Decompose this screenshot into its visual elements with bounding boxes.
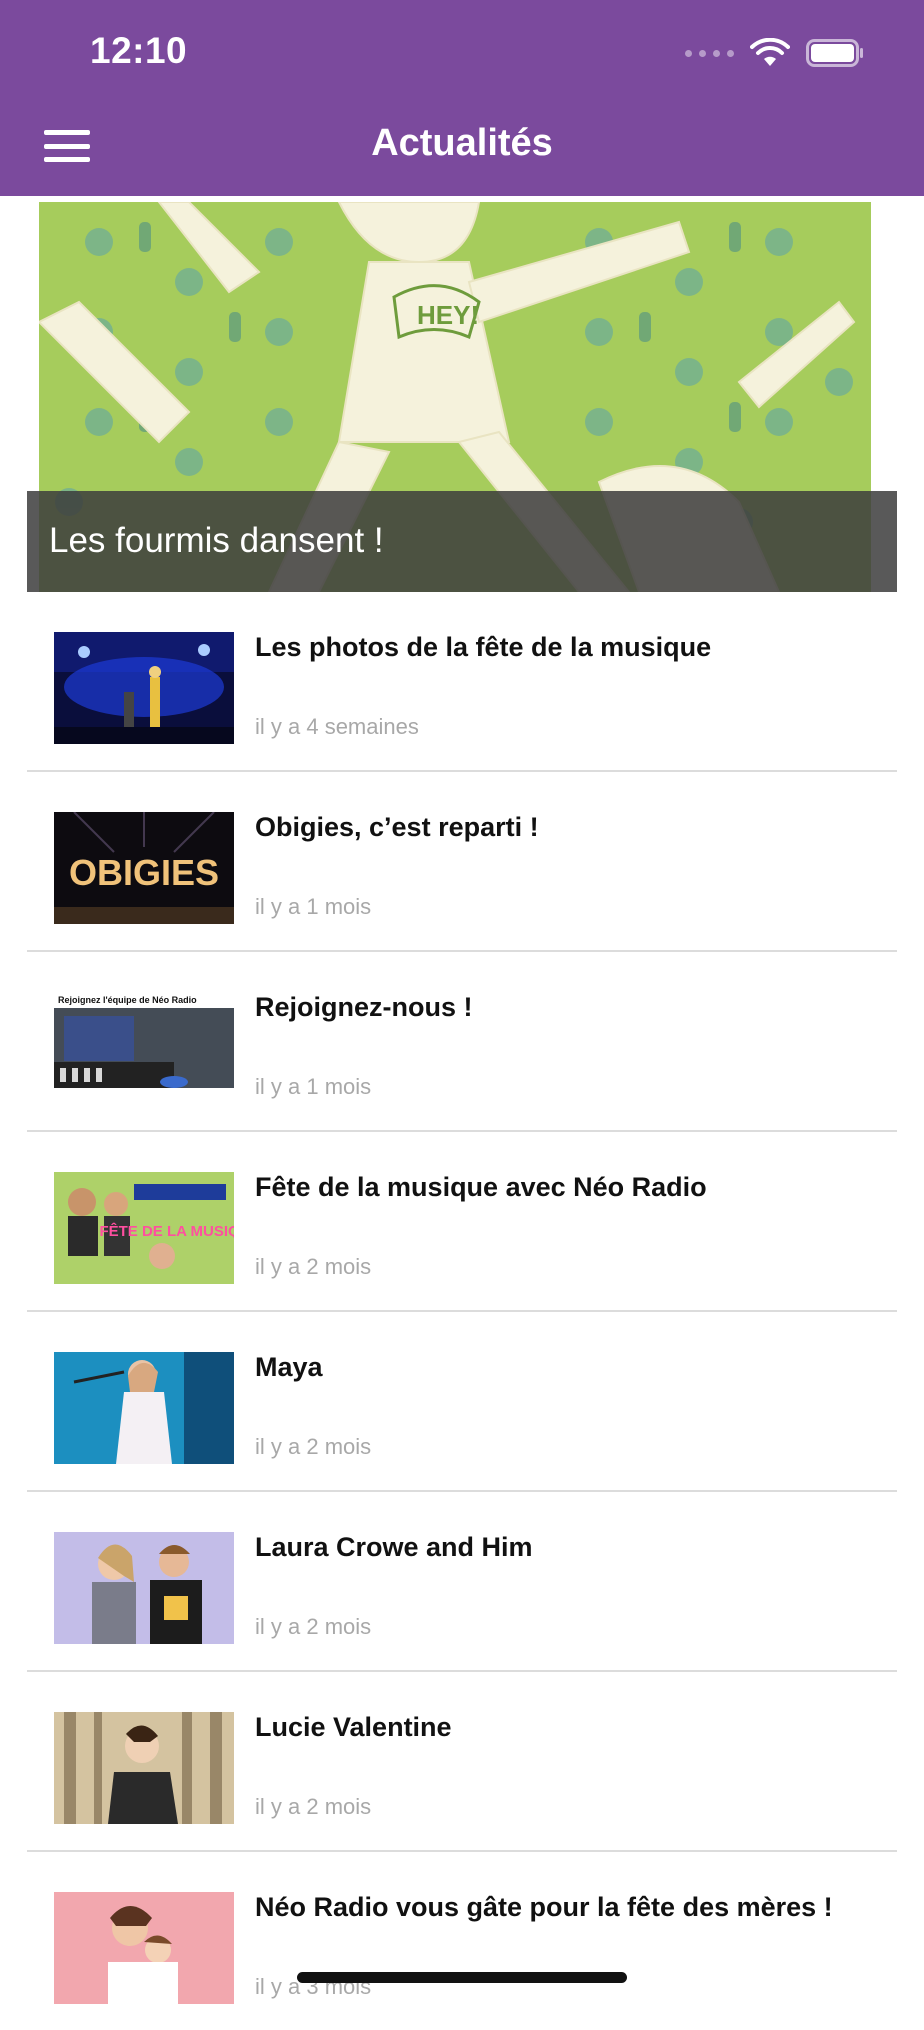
article-title: Lucie Valentine <box>255 1712 452 1742</box>
article-title: Fête de la musique avec Néo Radio <box>255 1172 707 1202</box>
article-time: il y a 4 semaines <box>255 714 419 739</box>
list-item[interactable]: Néo Radio vous gâte pour la fête des mèr… <box>27 1852 897 2030</box>
thumb-text: FÊTE DE LA MUSIQUE <box>99 1222 234 1240</box>
article-list: Les photos de la fête de la musique il y… <box>27 592 897 2030</box>
status-time: 12:10 <box>90 30 188 71</box>
article-title: Néo Radio vous gâte pour la fête des mèr… <box>255 1892 833 1922</box>
list-item[interactable]: FÊTE DE LA MUSIQUE Fête de la musique av… <box>27 1132 897 1312</box>
thumb-text: OBIGIES <box>69 852 219 893</box>
article-thumbnail <box>54 632 234 744</box>
list-item[interactable]: Laura Crowe and Him il y a 2 mois <box>27 1492 897 1672</box>
article-title: Maya <box>255 1352 323 1382</box>
app-header: 12:10 Actualités <box>0 0 924 196</box>
battery-icon <box>806 39 863 67</box>
featured-article[interactable]: HEY! Les fourmis dansent ! <box>27 196 897 592</box>
thumb-text: Rejoignez l'équipe de Néo Radio <box>58 995 197 1005</box>
article-time: il y a 1 mois <box>255 1074 372 1099</box>
article-time: il y a 1 mois <box>255 894 372 919</box>
article-thumbnail <box>54 1892 234 2004</box>
status-icons <box>685 36 864 70</box>
article-thumbnail: FÊTE DE LA MUSIQUE <box>54 1172 234 1284</box>
article-thumbnail <box>54 1352 234 1464</box>
article-time: il y a 2 mois <box>255 1254 372 1279</box>
list-item[interactable]: Rejoignez l'équipe de Néo Radio Rejoigne… <box>27 952 897 1132</box>
list-item[interactable]: Lucie Valentine il y a 2 mois <box>27 1672 897 1852</box>
article-time: il y a 2 mois <box>255 1434 372 1459</box>
featured-title: Les fourmis dansent ! <box>49 521 384 560</box>
article-thumbnail: OBIGIES <box>54 812 234 924</box>
list-item[interactable]: OBIGIES Obigies, c’est reparti ! il y a … <box>27 772 897 952</box>
article-title: Laura Crowe and Him <box>255 1532 533 1562</box>
signal-icon <box>685 49 734 57</box>
featured-caption: Les fourmis dansent ! <box>27 491 897 592</box>
article-time: il y a 2 mois <box>255 1794 372 1819</box>
hero-badge-text: HEY! <box>417 300 479 330</box>
home-indicator[interactable] <box>297 1972 627 1983</box>
list-item[interactable]: Les photos de la fête de la musique il y… <box>27 592 897 772</box>
page-title: Actualités <box>371 122 553 164</box>
article-thumbnail: Rejoignez l'équipe de Néo Radio <box>54 992 234 1104</box>
wifi-icon <box>750 38 790 66</box>
article-thumbnail <box>54 1712 234 1824</box>
article-title: Les photos de la fête de la musique <box>255 632 712 662</box>
article-title: Obigies, c’est reparti ! <box>255 812 539 842</box>
article-time: il y a 2 mois <box>255 1614 372 1639</box>
list-item[interactable]: Maya il y a 2 mois <box>27 1312 897 1492</box>
article-thumbnail <box>54 1532 234 1644</box>
article-title: Rejoignez-nous ! <box>255 992 473 1022</box>
